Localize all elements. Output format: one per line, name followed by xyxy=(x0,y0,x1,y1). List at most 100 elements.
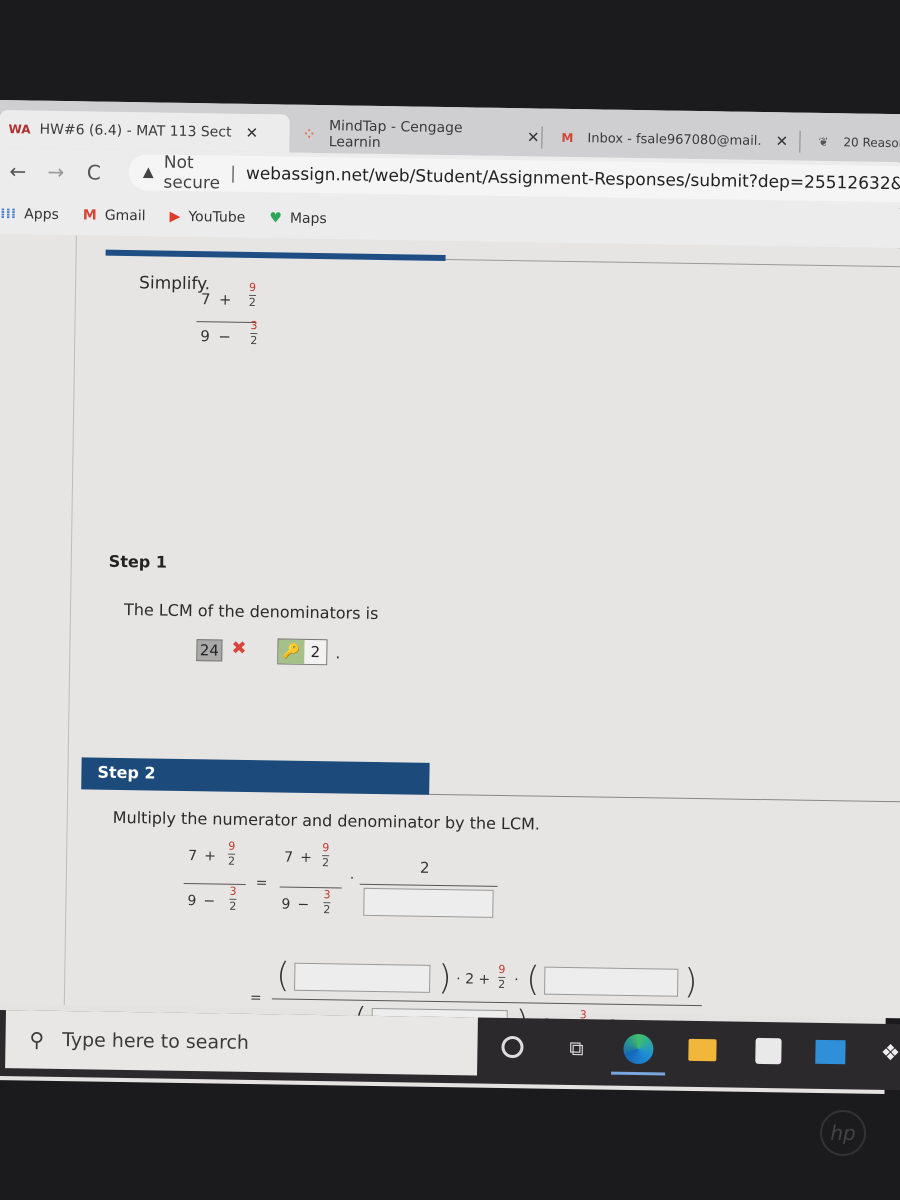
num-term1-input[interactable] xyxy=(294,962,431,993)
close-tab-icon[interactable]: ✕ xyxy=(245,124,258,142)
num-term2-input[interactable] xyxy=(544,966,679,997)
frac-numerator: 9 xyxy=(248,280,257,295)
num-times-text: · 2 + xyxy=(456,971,491,988)
equals-sign: = xyxy=(249,990,262,1007)
incorrect-x-icon: ✖ xyxy=(231,637,247,659)
webassign-page: Simplify. 7 + 9 2 9 − 3 2 Step 1 The LCM… xyxy=(0,233,900,1043)
den-op: − xyxy=(218,327,232,346)
den-whole: 9 xyxy=(187,893,197,910)
frac-denominator: 2 xyxy=(248,295,256,310)
reload-button[interactable]: C xyxy=(75,160,113,185)
address-bar[interactable]: ▲ Not secure | webassign.net/web/Student… xyxy=(128,153,900,203)
num-whole: 7 xyxy=(200,290,211,309)
num-fraction: 9 2 xyxy=(227,839,236,868)
bookmark-label: Apps xyxy=(24,206,59,223)
fraction-bar xyxy=(279,886,342,889)
question-header-bar xyxy=(105,249,446,262)
frac-numerator: 3 xyxy=(323,888,331,902)
tab-mindtap[interactable]: ⁘ MindTap - Cengage Learnin ✕ xyxy=(289,115,540,157)
tab-20-reasons[interactable]: ❦ 20 Reasons xyxy=(803,123,900,163)
tab-gmail[interactable]: M Inbox - fsale967080@mail. ✕ xyxy=(547,119,798,161)
bookmark-youtube[interactable]: ▶ YouTube xyxy=(169,209,245,226)
maps-pin-icon: ♥ xyxy=(269,210,283,227)
close-tab-icon[interactable]: ✕ xyxy=(527,128,540,146)
url-text[interactable]: webassign.net/web/Student/Assignment-Res… xyxy=(246,164,900,195)
file-explorer-icon[interactable] xyxy=(685,1033,720,1068)
den-fraction: 3 2 xyxy=(229,884,237,913)
bookmark-gmail[interactable]: M Gmail xyxy=(83,207,146,224)
bookmark-label: YouTube xyxy=(188,208,246,226)
frac-numerator: 9 xyxy=(498,962,506,977)
sentence-period: . xyxy=(335,643,341,663)
answer-key-box: 🔑 2 xyxy=(277,638,328,666)
step1-prompt: The LCM of the denominators is xyxy=(123,600,379,624)
step1-title: Step 1 xyxy=(108,551,168,572)
tab-label: 20 Reasons xyxy=(843,135,900,151)
mail-icon[interactable] xyxy=(813,1035,848,1070)
bookmark-apps[interactable]: ⁞⁞⁞ Apps xyxy=(0,206,59,223)
num-whole: 7 xyxy=(188,848,198,865)
den-op: − xyxy=(203,893,216,910)
open-paren: ( xyxy=(275,955,290,996)
taskbar-search[interactable]: ⚲ Type here to search xyxy=(5,1010,478,1076)
multiplier-fraction-bar xyxy=(359,883,498,887)
frac-numerator: 3 xyxy=(250,318,258,333)
frac-numerator: 9 xyxy=(228,839,236,853)
cortana-icon[interactable] xyxy=(495,1030,530,1065)
expanded-fraction-bar xyxy=(271,998,702,1007)
close-paren: ) xyxy=(683,961,698,1003)
address-divider: | xyxy=(230,163,237,184)
edge-icon[interactable] xyxy=(621,1032,656,1067)
frac-denominator: 2 xyxy=(321,856,330,870)
close-paren: ) xyxy=(437,957,452,999)
multiply-dot: · xyxy=(349,870,355,887)
main-fraction-bar xyxy=(196,321,257,324)
youtube-icon: ▶ xyxy=(169,208,181,225)
warning-triangle-icon: ▲ xyxy=(142,164,154,181)
active-app-indicator xyxy=(611,1071,666,1076)
equals-sign: = xyxy=(255,875,268,892)
multiplier-denominator-input[interactable] xyxy=(363,887,494,918)
step2-title: Step 2 xyxy=(97,762,156,783)
frac-denominator: 2 xyxy=(229,899,237,913)
search-icon: ⚲ xyxy=(29,1027,45,1052)
multiply-dot: · xyxy=(514,972,519,989)
mindtap-icon: ⁘ xyxy=(304,126,315,141)
frac-numerator: 9 xyxy=(322,841,330,855)
frac-denominator: 2 xyxy=(227,854,236,868)
den-whole: 9 xyxy=(281,896,291,913)
num-fraction: 9 2 xyxy=(248,280,257,310)
num-fraction: 9 2 xyxy=(321,841,330,870)
store-icon[interactable] xyxy=(751,1034,786,1069)
num-whole: 7 xyxy=(284,849,294,866)
back-button[interactable]: ← xyxy=(0,159,37,184)
correct-answer: 2 xyxy=(310,642,321,662)
open-paren: ( xyxy=(525,959,540,1000)
frac-denominator: 2 xyxy=(323,903,331,917)
tab-label: HW#6 (6.4) - MAT 113 Sect xyxy=(39,121,232,141)
tab-label: MindTap - Cengage Learnin xyxy=(328,118,463,151)
gmail-icon: M xyxy=(82,207,97,224)
frac-denominator: 2 xyxy=(498,977,506,992)
step2-rule xyxy=(429,793,900,803)
forward-button[interactable]: → xyxy=(37,160,75,185)
key-icon: 🔑 xyxy=(278,639,305,664)
task-view-icon[interactable]: ⧉ xyxy=(559,1031,594,1066)
bookmark-maps[interactable]: ♥ Maps xyxy=(269,210,327,227)
gmail-icon: M xyxy=(561,130,574,146)
tab-separator xyxy=(799,130,801,153)
header-rule xyxy=(445,259,900,268)
den-whole: 9 xyxy=(200,327,211,346)
laptop-screen: WA HW#6 (6.4) - MAT 113 Sect ✕ ⁘ MindTap… xyxy=(0,100,900,1095)
tab-label: Inbox - fsale967080@mail. xyxy=(587,130,762,149)
tab-separator xyxy=(541,126,543,149)
close-tab-icon[interactable]: ✕ xyxy=(775,132,788,150)
lcm-answer-field[interactable]: 24 xyxy=(196,639,223,662)
leaf-icon: ❦ xyxy=(818,134,829,150)
tab-webassign[interactable]: WA HW#6 (6.4) - MAT 113 Sect ✕ xyxy=(0,109,290,153)
frac-numerator: 3 xyxy=(229,884,237,898)
webassign-icon: WA xyxy=(8,122,31,137)
den-op: − xyxy=(297,896,310,913)
bookmark-label: Maps xyxy=(289,210,327,228)
dropbox-icon[interactable]: ❖ xyxy=(873,1036,900,1071)
